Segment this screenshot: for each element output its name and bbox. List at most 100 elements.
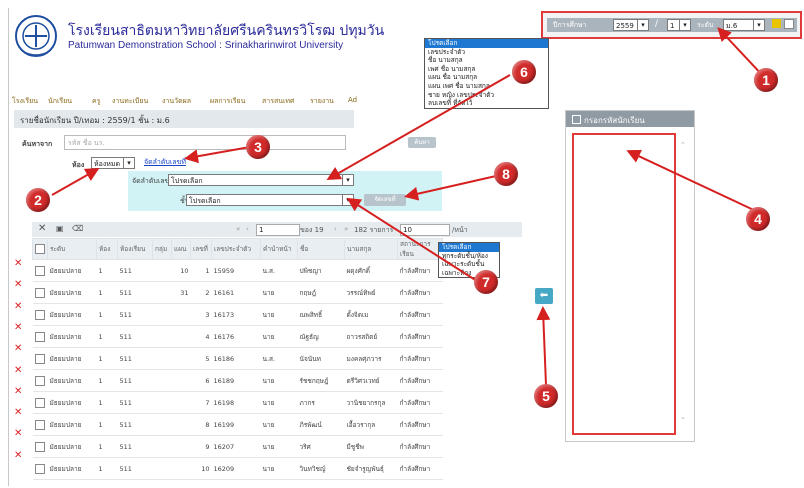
search-button[interactable]: ค้นหา	[408, 137, 436, 148]
column-header[interactable]: นามสกุล	[344, 238, 398, 260]
row-select-cell[interactable]	[32, 303, 48, 326]
row-delete-icon[interactable]: ✕	[14, 301, 22, 312]
row-checkbox[interactable]	[34, 463, 45, 474]
table-row[interactable]: มัธยมปลาย 1 511 3 16173 นาย ณพสิทธิ์ ตั้งจิตเมก…	[32, 303, 443, 326]
row-delete-icon[interactable]: ✕	[14, 365, 22, 376]
row-checkbox[interactable]	[34, 309, 45, 320]
column-header[interactable]: เลขประจำตัว	[211, 238, 261, 260]
row-select-cell[interactable]	[32, 259, 48, 282]
level-select[interactable]: ม.6 ▾	[723, 19, 765, 31]
excel-icon[interactable]: ▣	[56, 224, 64, 233]
menu-item-results[interactable]: ผลการเรียน	[210, 96, 245, 107]
row-checkbox[interactable]	[34, 331, 45, 342]
sort-by-select[interactable]: โปรดเลือก ▾	[168, 174, 354, 186]
column-header[interactable]: คำนำหน้า	[260, 238, 298, 260]
cell-plan	[171, 303, 191, 326]
delete-icon[interactable]: ✕	[38, 223, 46, 234]
scroll-up-icon[interactable]: ⌃	[680, 141, 686, 149]
row-delete-icon[interactable]: ✕	[14, 343, 22, 354]
panel-icon	[572, 115, 581, 124]
class-room-option[interactable]: ทุกระดับชั้น/ห้อง	[439, 252, 499, 261]
table-row[interactable]: มัธยมปลาย 1 511 5 16186 น.ส. นัจนันท มงคลศุภวาร…	[32, 347, 443, 370]
row-select-cell[interactable]	[32, 457, 48, 480]
sort-by-option[interactable]: แผน เพศ ชื่อ นามสกุล	[425, 82, 548, 91]
cell-group	[152, 413, 172, 436]
row-delete-icon[interactable]: ✕	[14, 428, 22, 439]
row-select-cell[interactable]	[32, 435, 48, 458]
row-select-cell[interactable]	[32, 413, 48, 436]
row-checkbox[interactable]	[34, 353, 45, 364]
sort-by-option[interactable]: ชาย หญิง เลขประจำตัว	[425, 91, 548, 100]
prev-page-icon[interactable]: ‹	[246, 225, 249, 233]
sort-by-option[interactable]: เลขประจำตัว	[425, 48, 548, 57]
select-all-header[interactable]	[32, 238, 48, 260]
move-left-button[interactable]: ⬅	[535, 288, 553, 304]
next-page-icon[interactable]: ›	[334, 225, 337, 233]
select-all-checkbox[interactable]	[35, 244, 45, 254]
sort-number-link[interactable]: จัดลำดับเลขที่	[144, 157, 186, 168]
search-input[interactable]: รหัส ชื่อ นร.	[64, 135, 346, 150]
table-row[interactable]: มัธยมปลาย 1 511 7 16198 นาย ภากร วานิชยากรกุล กำ…	[32, 391, 443, 414]
row-select-cell[interactable]	[32, 347, 48, 370]
menu-item-evaluation[interactable]: งานวัดผล	[162, 96, 191, 107]
class-room-option[interactable]: โปรดเลือก	[439, 243, 499, 252]
column-header[interactable]: ชื่อ	[297, 238, 345, 260]
row-delete-icon[interactable]: ✕	[14, 279, 22, 290]
sort-by-option[interactable]: ลบเลขที่ ที่จัดไว้	[425, 99, 548, 108]
menu-item-students[interactable]: นักเรียน	[48, 96, 72, 107]
cell-group	[152, 281, 172, 304]
row-checkbox[interactable]	[34, 287, 45, 298]
student-id-textarea[interactable]	[572, 133, 676, 435]
column-header[interactable]: ห้องเรียน	[117, 238, 153, 260]
column-header[interactable]: แผน	[171, 238, 191, 260]
menu-item-reports[interactable]: รายงาน	[310, 96, 334, 107]
row-delete-icon[interactable]: ✕	[14, 450, 22, 461]
row-checkbox[interactable]	[34, 441, 45, 452]
table-row[interactable]: มัธยมปลาย 1 511 8 16199 นาย ภิรพัฒน์ เอื้อวรากุ…	[32, 413, 443, 436]
row-select-cell[interactable]	[32, 325, 48, 348]
option-checkbox[interactable]	[784, 19, 794, 29]
class-room-select[interactable]: โปรดเลือก ▾	[186, 194, 354, 206]
per-page-input[interactable]: 10	[400, 224, 450, 236]
column-header[interactable]: เลขที่	[190, 238, 212, 260]
menu-item-information[interactable]: สารสนเทศ	[262, 96, 294, 107]
callout-8: 8	[494, 162, 518, 186]
page-input[interactable]: 1	[256, 224, 300, 236]
row-checkbox[interactable]	[34, 265, 45, 276]
last-page-icon[interactable]: »	[344, 225, 348, 233]
table-row[interactable]: มัธยมปลาย 1 511 9 16207 นาย วริศ มีชูชีพ กำลังศึ…	[32, 435, 443, 458]
row-checkbox[interactable]	[34, 375, 45, 386]
row-select-cell[interactable]	[32, 369, 48, 392]
sort-by-option[interactable]: โปรดเลือก	[425, 39, 548, 48]
menu-item-registration[interactable]: งานทะเบียน	[112, 96, 148, 107]
row-delete-icon[interactable]: ✕	[14, 322, 22, 333]
room-select[interactable]: ห้องหมด ▾	[91, 157, 135, 169]
column-header[interactable]: สถานะการเรียน	[397, 238, 443, 260]
menu-item-teachers[interactable]: ครู	[92, 96, 100, 107]
first-page-icon[interactable]: «	[236, 225, 240, 233]
row-delete-icon[interactable]: ✕	[14, 407, 22, 418]
menu-item-school[interactable]: โรงเรียน	[12, 96, 38, 107]
table-row[interactable]: มัธยมปลาย 1 511 10 1 15959 น.ส. ปพิชญา ผดุงศักดิ…	[32, 259, 443, 282]
column-header[interactable]: กลุ่ม	[152, 238, 172, 260]
row-checkbox[interactable]	[34, 419, 45, 430]
assign-number-button[interactable]: จัดเลขที่	[364, 194, 406, 206]
column-header[interactable]: ห้อง	[96, 238, 118, 260]
row-checkbox[interactable]	[34, 397, 45, 408]
table-row[interactable]: มัธยมปลาย 1 511 31 2 16161 นาย กฤษฎ์ วรรณ์ทิพย์ก…	[32, 281, 443, 304]
column-header[interactable]: ระดับ	[47, 238, 97, 260]
row-select-cell[interactable]	[32, 391, 48, 414]
term-select[interactable]: 1 ▾	[667, 19, 691, 31]
menu-item-admin[interactable]: Ad	[348, 96, 357, 104]
folder-icon[interactable]	[772, 19, 781, 28]
table-row[interactable]: มัธยมปลาย 1 511 4 16176 นาย ณัฐธัญ ถาวรสถิตย์ กำ…	[32, 325, 443, 348]
year-select[interactable]: 2559 ▾	[613, 19, 649, 31]
clear-icon[interactable]: ⌫	[72, 224, 83, 233]
row-delete-icon[interactable]: ✕	[14, 258, 22, 269]
table-row[interactable]: มัธยมปลาย 1 511 10 16209 นาย วินทวิชญ์ ชัยจำรูญ…	[32, 457, 443, 480]
scroll-down-icon[interactable]: ⌄	[680, 413, 686, 421]
row-delete-icon[interactable]: ✕	[14, 386, 22, 397]
row-select-cell[interactable]	[32, 281, 48, 304]
table-row[interactable]: มัธยมปลาย 1 511 6 16189 นาย รัชชกฤษฎ์ ตรีวิศวเว…	[32, 369, 443, 392]
class-room-option[interactable]: เฉพาะระดับชั้น	[439, 260, 499, 269]
